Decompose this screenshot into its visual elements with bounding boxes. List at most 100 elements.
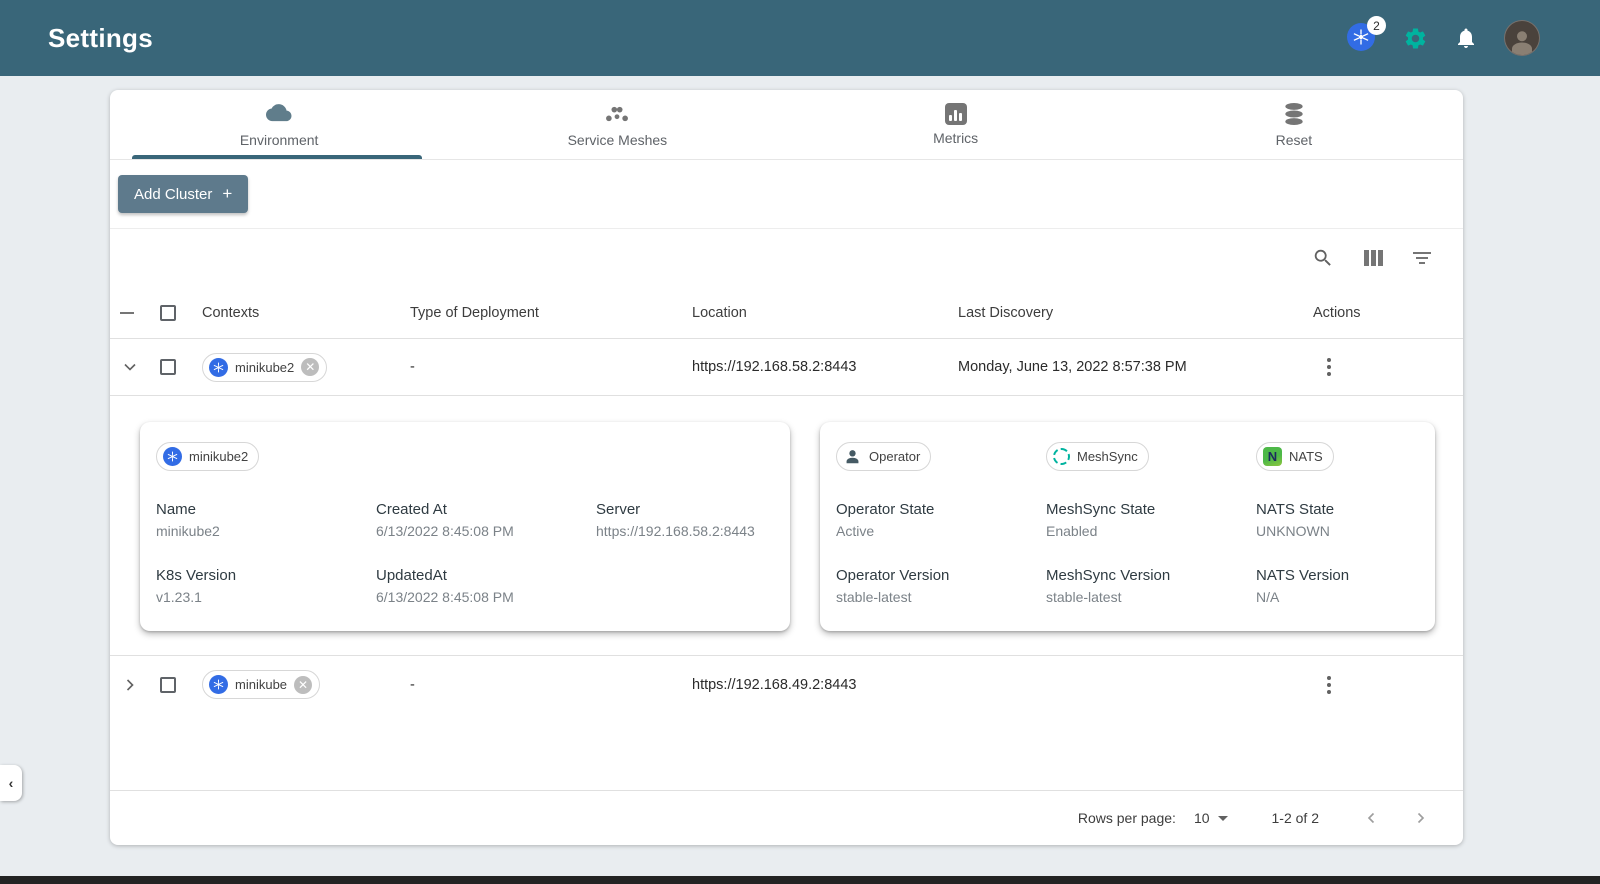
collapse-all-icon[interactable] — [120, 311, 134, 314]
bell-icon — [1458, 28, 1474, 48]
settings-card: Environment Service Meshes Metrics Reset — [110, 90, 1463, 845]
field-operator-version: Operator Version stable-latest — [836, 567, 950, 605]
avatar-person-icon — [1512, 31, 1532, 55]
meshsync-chip[interactable]: MeshSync — [1046, 442, 1149, 471]
previous-page-icon[interactable] — [1363, 809, 1381, 827]
cluster-fields: Name minikube2 Created At 6/13/2022 8:45… — [156, 501, 774, 605]
bar-chart-icon — [944, 103, 967, 125]
next-page-icon[interactable] — [1411, 809, 1429, 827]
chevron-right-icon — [126, 678, 134, 691]
table-header: Contexts Type of Deployment Location Las… — [110, 287, 1463, 339]
row-checkbox[interactable] — [160, 676, 176, 693]
field-meshsync-state: MeshSync State Enabled — [1046, 501, 1156, 539]
page-title: Settings — [48, 22, 153, 53]
field-meshsync-version: MeshSync Version stable-latest — [1046, 567, 1171, 605]
tab-environment[interactable]: Environment — [110, 90, 448, 159]
row-actions-menu-icon[interactable] — [1317, 358, 1341, 376]
col-type-of-deployment: Type of Deployment — [410, 304, 539, 321]
field-operator-state: Operator State Active — [836, 501, 935, 539]
sidebar-collapse-toggle[interactable]: ‹ — [0, 765, 22, 801]
row-expand-toggle[interactable] — [120, 675, 160, 695]
context-cell: minikube2 ✕ — [202, 352, 410, 382]
notifications-bell-button[interactable] — [1454, 26, 1478, 50]
cluster-chip-row: minikube2 — [156, 442, 774, 471]
mesh-dots-icon — [606, 106, 629, 122]
gear-icon — [1405, 27, 1426, 48]
row-expand-toggle[interactable] — [120, 357, 160, 377]
add-cluster-label: Add Cluster — [134, 185, 213, 203]
add-cluster-button[interactable]: Add Cluster + — [118, 175, 249, 213]
context-chip[interactable]: minikube ✕ — [202, 670, 321, 699]
kubernetes-cluster-button[interactable]: 2 — [1347, 16, 1386, 53]
col-location: Location — [692, 304, 747, 321]
col-last-discovery: Last Discovery — [958, 304, 1054, 321]
row-detail-panel: minikube2 Name minikube2 Created At 6/13… — [110, 396, 1463, 656]
field-name: Name minikube2 — [156, 501, 220, 539]
nats-logo-icon: N — [1263, 447, 1282, 466]
field-updated-at: UpdatedAt 6/13/2022 8:45:08 PM — [376, 567, 514, 605]
table-row: minikube2 ✕ - https://192.168.58.2:8443 … — [110, 339, 1463, 396]
operator-fields: Operator State Active MeshSync State Ena… — [836, 501, 1419, 605]
row-actions-menu-icon[interactable] — [1317, 675, 1341, 694]
row-checkbox[interactable] — [160, 359, 176, 375]
chip-close-icon[interactable]: ✕ — [294, 675, 313, 694]
field-created-at: Created At 6/13/2022 8:45:08 PM — [376, 501, 514, 539]
appbar-icons: 2 — [1347, 16, 1540, 56]
select-all-checkbox[interactable] — [160, 304, 176, 321]
plus-icon: + — [222, 184, 233, 203]
settings-gear-button[interactable] — [1403, 26, 1428, 51]
page-content: Environment Service Meshes Metrics Reset — [0, 76, 1600, 876]
chevron-down-icon — [124, 363, 136, 371]
last-discovery-cell: Monday, June 13, 2022 8:57:38 PM — [958, 359, 1187, 375]
deployment-cell: - — [410, 359, 415, 375]
view-columns-button[interactable] — [1364, 250, 1383, 266]
tab-service-meshes[interactable]: Service Meshes — [448, 90, 786, 159]
location-cell: https://192.168.49.2:8443 — [692, 676, 857, 693]
pagination-nav — [1363, 809, 1429, 827]
settings-tabbar: Environment Service Meshes Metrics Reset — [110, 90, 1463, 160]
search-icon — [1314, 249, 1331, 266]
chip-close-icon[interactable]: ✕ — [301, 358, 320, 376]
table-toolbar — [110, 229, 1463, 287]
search-button[interactable] — [1312, 247, 1334, 269]
tab-metrics[interactable]: Metrics — [787, 90, 1125, 159]
tab-reset[interactable]: Reset — [1125, 90, 1463, 159]
operator-chip[interactable]: Operator — [836, 442, 932, 471]
add-cluster-row: Add Cluster + — [110, 160, 1463, 229]
cluster-chip-label: minikube2 — [189, 449, 249, 464]
actions-cell — [1313, 675, 1463, 694]
cluster-chip[interactable]: minikube2 — [156, 442, 260, 471]
cluster-detail-card: minikube2 Name minikube2 Created At 6/13… — [140, 422, 790, 631]
deployment-cell: - — [410, 676, 415, 693]
tab-metrics-label: Metrics — [933, 130, 979, 146]
location-cell: https://192.168.58.2:8443 — [692, 359, 857, 375]
context-chip-label: minikube — [235, 677, 288, 692]
col-contexts: Contexts — [202, 304, 260, 321]
nats-chip[interactable]: N NATS — [1256, 442, 1334, 471]
kubernetes-icon — [209, 357, 228, 377]
operator-chip-row: Operator MeshSync N NATS — [836, 442, 1419, 471]
table-pagination: Rows per page: 10 1-2 of 2 — [110, 790, 1463, 845]
operator-person-icon — [846, 450, 859, 464]
bottom-edge-strip — [0, 876, 1600, 884]
field-server: Server https://192.168.58.2:8443 — [596, 501, 755, 539]
context-chip-label: minikube2 — [235, 359, 295, 375]
context-chip[interactable]: minikube2 ✕ — [202, 352, 328, 382]
cloud-icon — [266, 104, 292, 122]
tab-environment-label: Environment — [239, 132, 319, 148]
rows-per-page-label: Rows per page: — [1077, 810, 1176, 826]
cluster-count-badge: 2 — [1367, 16, 1386, 35]
actions-cell — [1313, 358, 1463, 376]
app-bar: Settings 2 — [0, 0, 1600, 76]
field-nats-state: NATS State UNKNOWN — [1256, 501, 1335, 539]
field-k8s-version: K8s Version v1.23.1 — [156, 567, 237, 605]
user-avatar[interactable] — [1504, 20, 1540, 56]
kubernetes-icon — [163, 447, 182, 466]
field-nats-version: NATS Version N/A — [1256, 567, 1350, 605]
database-icon — [1285, 102, 1303, 126]
filter-button[interactable] — [1413, 252, 1431, 264]
pagination-range: 1-2 of 2 — [1271, 810, 1319, 826]
tab-reset-label: Reset — [1275, 132, 1313, 148]
context-cell: minikube ✕ — [202, 670, 410, 699]
rows-per-page-select[interactable]: 10 — [1194, 810, 1228, 826]
